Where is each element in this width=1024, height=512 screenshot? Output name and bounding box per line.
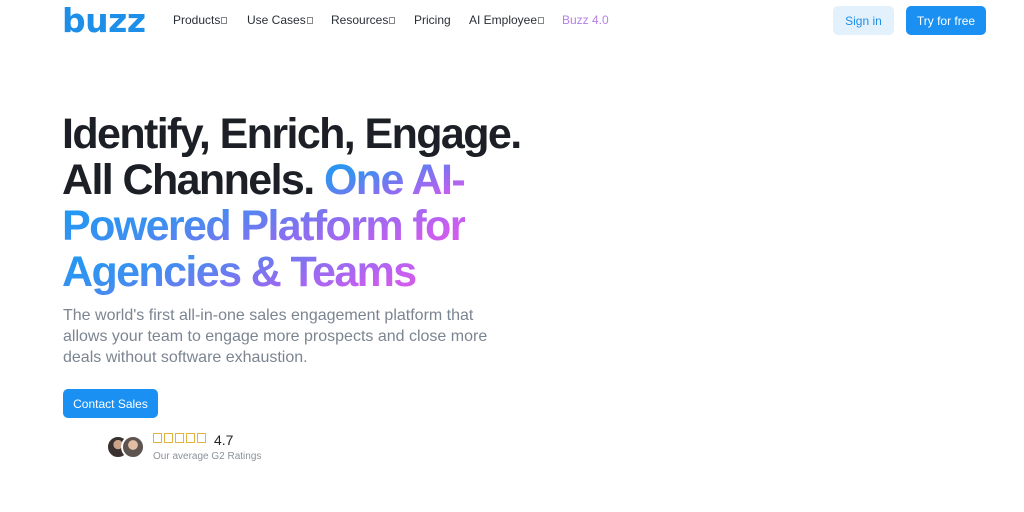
dropdown-icon [221, 17, 228, 24]
buzz-logo[interactable]: buzz [62, 3, 146, 39]
headline-highlight-3: Agencies & Teams [62, 248, 417, 296]
nav-pricing[interactable]: Pricing [414, 13, 451, 27]
contact-sales-button[interactable]: Contact Sales [63, 389, 158, 418]
dropdown-icon [538, 17, 545, 24]
nav-resources[interactable]: Resources [331, 13, 396, 27]
star-icon [197, 433, 206, 443]
nav-buzz-4-label: Buzz 4.0 [562, 13, 609, 27]
rating-value: 4.7 [214, 432, 234, 448]
headline-highlight-1: One AI- [323, 156, 466, 204]
dropdown-icon [306, 17, 313, 24]
rating-label: Our average G2 Ratings [153, 451, 262, 462]
headline-line-1: Identify, Enrich, Engage. [62, 110, 522, 158]
nav-resources-label: Resources [331, 13, 389, 27]
nav-use-cases-label: Use Cases [247, 13, 306, 27]
headline-highlight-2: Powered Platform for [62, 202, 466, 250]
headline-line-2: All Channels. [62, 156, 324, 204]
nav-products-label: Products [173, 13, 221, 27]
nav-use-cases[interactable]: Use Cases [247, 13, 313, 27]
hero-subtext: The world's first all-in-one sales engag… [63, 307, 488, 366]
sign-in-button[interactable]: Sign in [833, 6, 894, 35]
avatar [121, 435, 145, 459]
nav-ai-employee-label: AI Employee [469, 13, 538, 27]
try-for-free-button[interactable]: Try for free [906, 6, 986, 35]
star-icon [186, 433, 195, 443]
dropdown-icon [389, 17, 396, 24]
star-icon [153, 433, 162, 443]
star-icon [175, 433, 184, 443]
nav-ai-employee[interactable]: AI Employee [469, 13, 545, 27]
rating-stars [153, 433, 206, 443]
hero-headline: Identify, Enrich, Engage. All Channels. … [62, 111, 532, 295]
nav-buzz-4[interactable]: Buzz 4.0 [562, 13, 609, 27]
nav-pricing-label: Pricing [414, 13, 451, 27]
star-icon [164, 433, 173, 443]
nav-products[interactable]: Products [173, 13, 228, 27]
reviewer-avatars [106, 435, 146, 459]
